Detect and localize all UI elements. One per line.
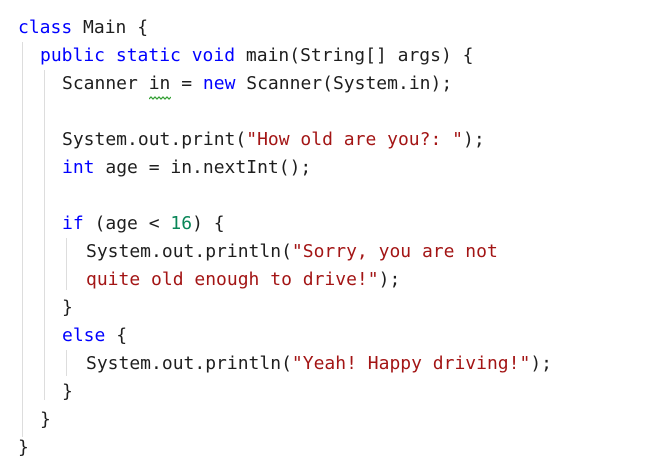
closing-brace-if: }: [62, 297, 73, 318]
scanner-constructor: Scanner(System.in);: [235, 73, 453, 94]
warning-squiggle-icon: [148, 96, 171, 100]
if-condition-end: ) {: [192, 213, 225, 234]
age-declaration: age = in.nextInt();: [94, 157, 312, 178]
string-literal-happy: "Yeah! Happy driving!": [291, 353, 531, 374]
indent-guide-level2: [44, 70, 45, 400]
println-call: System.out.println(: [86, 241, 292, 262]
keyword-class: class: [18, 17, 73, 38]
else-brace: {: [105, 325, 128, 346]
type-scanner: Scanner: [62, 73, 149, 94]
closing-brace-else: }: [62, 381, 73, 402]
code-line-6: int age = in.nextInt();: [62, 154, 311, 182]
keyword-modifiers: public static void: [40, 45, 236, 66]
code-line-1: class Main {: [18, 14, 148, 42]
print-call: System.out.print(: [62, 129, 247, 150]
println-call-end: );: [378, 269, 401, 290]
indent-guide-if-body: [66, 238, 67, 290]
code-line-3: Scanner in = new Scanner(System.in);: [62, 70, 453, 100]
keyword-new: new: [202, 73, 236, 94]
println-call-else: System.out.println(: [86, 353, 292, 374]
code-line-5: System.out.print("How old are you?: ");: [62, 126, 485, 154]
assign-op: =: [170, 73, 203, 94]
code-line-9: System.out.println("Sorry, you are not: [86, 238, 498, 266]
code-line-12: System.out.println("Yeah! Happy driving!…: [86, 350, 552, 378]
keyword-else: else: [62, 325, 106, 346]
string-literal-sorry-cont: quite old enough to drive!": [86, 269, 379, 290]
indent-guide-level1: [22, 42, 23, 437]
code-line-8: if (age < 16) {: [62, 210, 225, 238]
code-line-2: public static void main(String[] args) {: [40, 42, 474, 70]
keyword-if: if: [62, 213, 84, 234]
variable-in: in: [148, 73, 171, 94]
code-line-10: }: [62, 294, 73, 322]
code-line-14: }: [40, 406, 51, 434]
class-declaration: Main {: [72, 17, 149, 38]
code-line-13: }: [62, 378, 73, 406]
string-literal-sorry: "Sorry, you are not: [291, 241, 498, 262]
closing-brace-method: }: [40, 409, 51, 430]
code-line-9-wrapped: quite old enough to drive!");: [86, 266, 400, 294]
closing-brace-class: }: [18, 437, 29, 458]
string-literal-prompt: "How old are you?: ": [246, 129, 463, 150]
code-line-15: }: [18, 434, 29, 462]
print-call-end: );: [462, 129, 485, 150]
number-literal-16: 16: [170, 213, 193, 234]
if-condition: (age <: [83, 213, 171, 234]
code-editor[interactable]: class Main { public static void main(Str…: [0, 0, 648, 465]
indent-guide-else-body: [66, 350, 67, 376]
code-line-11: else {: [62, 322, 127, 350]
variable-in-warning[interactable]: in: [148, 70, 171, 100]
println-call-else-end: );: [530, 353, 553, 374]
method-signature: main(String[] args) {: [235, 45, 474, 66]
keyword-int: int: [62, 157, 95, 178]
